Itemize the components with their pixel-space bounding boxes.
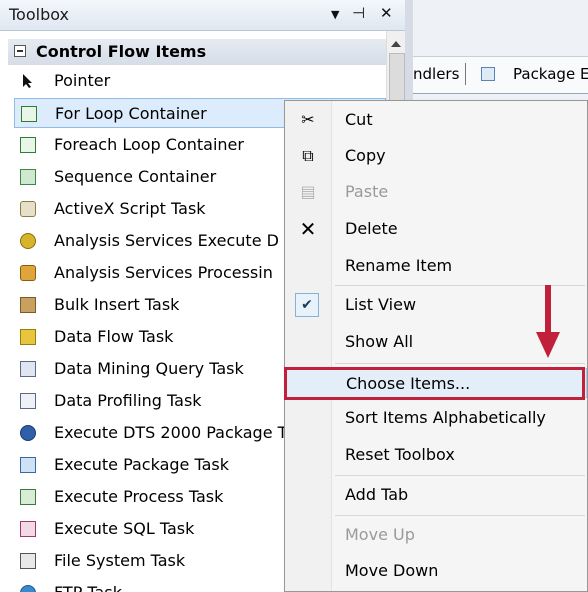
designer-tab-bar: ndlers Package E <box>413 56 588 94</box>
checkmark-icon: ✔ <box>295 293 319 317</box>
tab-event-handlers[interactable]: ndlers <box>413 65 459 83</box>
item-label: Data Mining Query Task <box>54 359 244 378</box>
menu-item-move-down[interactable]: Move Down <box>285 556 587 586</box>
execute-dts-icon <box>20 425 36 441</box>
scissors-icon: ✂ <box>301 110 315 129</box>
item-label: FTP Task <box>54 583 122 592</box>
red-arrow-head-icon <box>536 332 560 358</box>
ftp-icon <box>20 585 36 592</box>
menu-item-label: Show All <box>345 332 414 351</box>
menu-item-label: Move Up <box>345 525 415 544</box>
pin-icon[interactable]: ⊣ <box>352 4 365 22</box>
menu-item-paste[interactable]: ▤ Paste <box>285 177 587 207</box>
menu-item-label: Rename Item <box>345 256 453 275</box>
item-label: Analysis Services Execute D <box>54 231 279 250</box>
menu-item-cut[interactable]: ✂ Cut <box>285 105 587 135</box>
copy-icon: ⧉ <box>302 146 314 165</box>
menu-separator <box>335 515 585 516</box>
menu-item-rename[interactable]: Rename Item <box>285 251 587 281</box>
package-explorer-icon <box>481 67 495 81</box>
toolbox-title: Toolbox <box>9 5 69 24</box>
toolbox-item[interactable]: Pointer <box>14 66 386 96</box>
menu-item-label: Move Down <box>345 561 439 580</box>
menu-item-label: Sort Items Alphabetically <box>345 408 546 427</box>
item-label: Execute Package Task <box>54 455 230 474</box>
foreach-loop-icon <box>20 137 36 153</box>
bulk-insert-icon <box>20 297 36 313</box>
execute-process-icon <box>20 489 36 505</box>
menu-item-label: Cut <box>345 110 373 129</box>
item-label: Foreach Loop Container <box>54 135 244 154</box>
menu-item-label: List View <box>345 295 417 314</box>
data-profiling-icon <box>20 393 36 409</box>
highlight-box <box>284 367 585 400</box>
menu-separator <box>335 475 585 476</box>
scroll-up-icon[interactable] <box>391 41 401 47</box>
category-label: Control Flow Items <box>36 42 207 61</box>
analysis-processing-icon <box>20 265 36 281</box>
menu-item-sort[interactable]: Sort Items Alphabetically <box>285 403 587 433</box>
menu-item-label: Paste <box>345 182 389 201</box>
menu-separator <box>335 363 585 364</box>
data-mining-icon <box>20 361 36 377</box>
activex-script-icon <box>20 201 36 217</box>
item-label: Execute Process Task <box>54 487 224 506</box>
item-label: Sequence Container <box>54 167 217 186</box>
item-label: Pointer <box>54 71 111 90</box>
analysis-execute-icon <box>20 233 36 249</box>
item-label: For Loop Container <box>55 104 207 123</box>
paste-icon: ▤ <box>300 182 316 201</box>
tab-separator <box>465 63 466 85</box>
menu-item-copy[interactable]: ⧉ Copy <box>285 141 587 171</box>
item-label: Bulk Insert Task <box>54 295 180 314</box>
item-label: Execute SQL Task <box>54 519 195 538</box>
execute-package-icon <box>20 457 36 473</box>
sequence-container-icon <box>20 169 36 185</box>
data-flow-icon <box>20 329 36 345</box>
menu-item-label: Add Tab <box>345 485 409 504</box>
menu-item-label: Delete <box>345 219 398 238</box>
menu-item-label: Copy <box>345 146 386 165</box>
red-arrow-icon <box>545 285 551 335</box>
tab-package-explorer[interactable]: Package E <box>513 65 588 83</box>
item-label: ActiveX Script Task <box>54 199 206 218</box>
delete-x-icon: ✕ <box>299 217 317 241</box>
collapse-icon[interactable] <box>14 45 26 57</box>
menu-item-move-up[interactable]: Move Up <box>285 520 587 550</box>
menu-item-label: Reset Toolbox <box>345 445 455 464</box>
execute-sql-icon <box>20 521 36 537</box>
dropdown-arrow-icon[interactable]: ▼ <box>331 8 339 21</box>
pointer-icon <box>20 73 36 89</box>
menu-item-add-tab[interactable]: Add Tab <box>285 480 587 510</box>
toolbox-header: Toolbox ▼ ⊣ ✕ <box>0 0 405 31</box>
menu-item-list-view[interactable]: ✔ List View <box>285 290 587 320</box>
item-label: Data Profiling Task <box>54 391 202 410</box>
item-label: Analysis Services Processin <box>54 263 273 282</box>
item-label: Execute DTS 2000 Package T <box>54 423 288 442</box>
item-label: File System Task <box>54 551 186 570</box>
close-icon[interactable]: ✕ <box>380 4 393 22</box>
item-label: Data Flow Task <box>54 327 174 346</box>
menu-item-delete[interactable]: ✕ Delete <box>285 214 587 244</box>
category-header[interactable]: Control Flow Items <box>8 39 386 65</box>
for-loop-icon <box>21 106 37 122</box>
menu-item-reset[interactable]: Reset Toolbox <box>285 440 587 470</box>
file-system-icon <box>20 553 36 569</box>
